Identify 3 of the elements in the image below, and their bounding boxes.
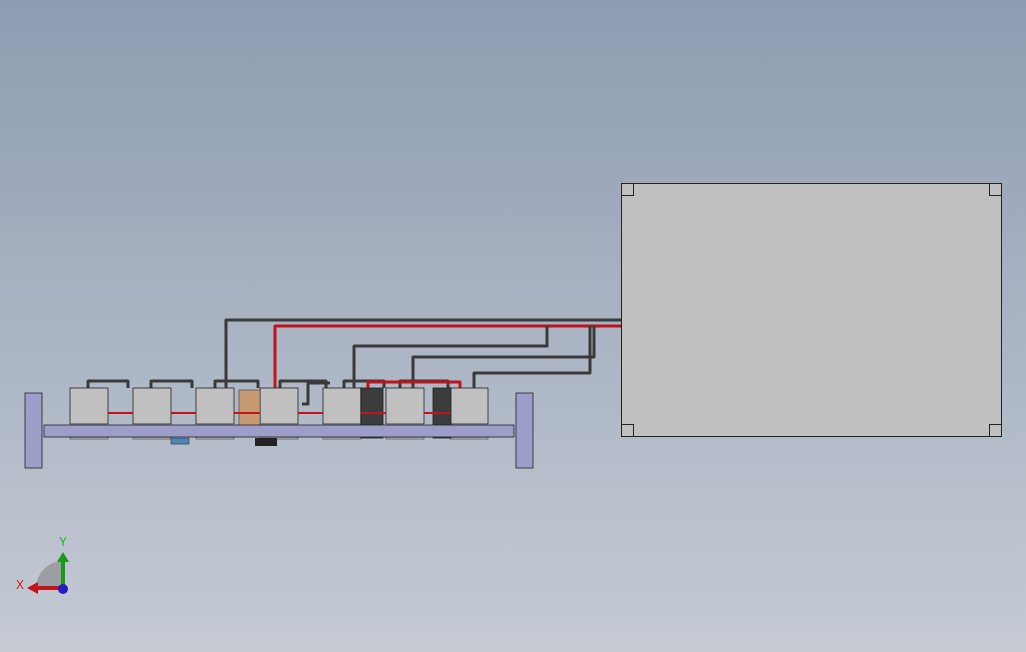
axis-triad-drawing — [27, 552, 69, 594]
x-axis-label: X — [16, 578, 24, 592]
y-axis-label: Y — [59, 535, 67, 549]
